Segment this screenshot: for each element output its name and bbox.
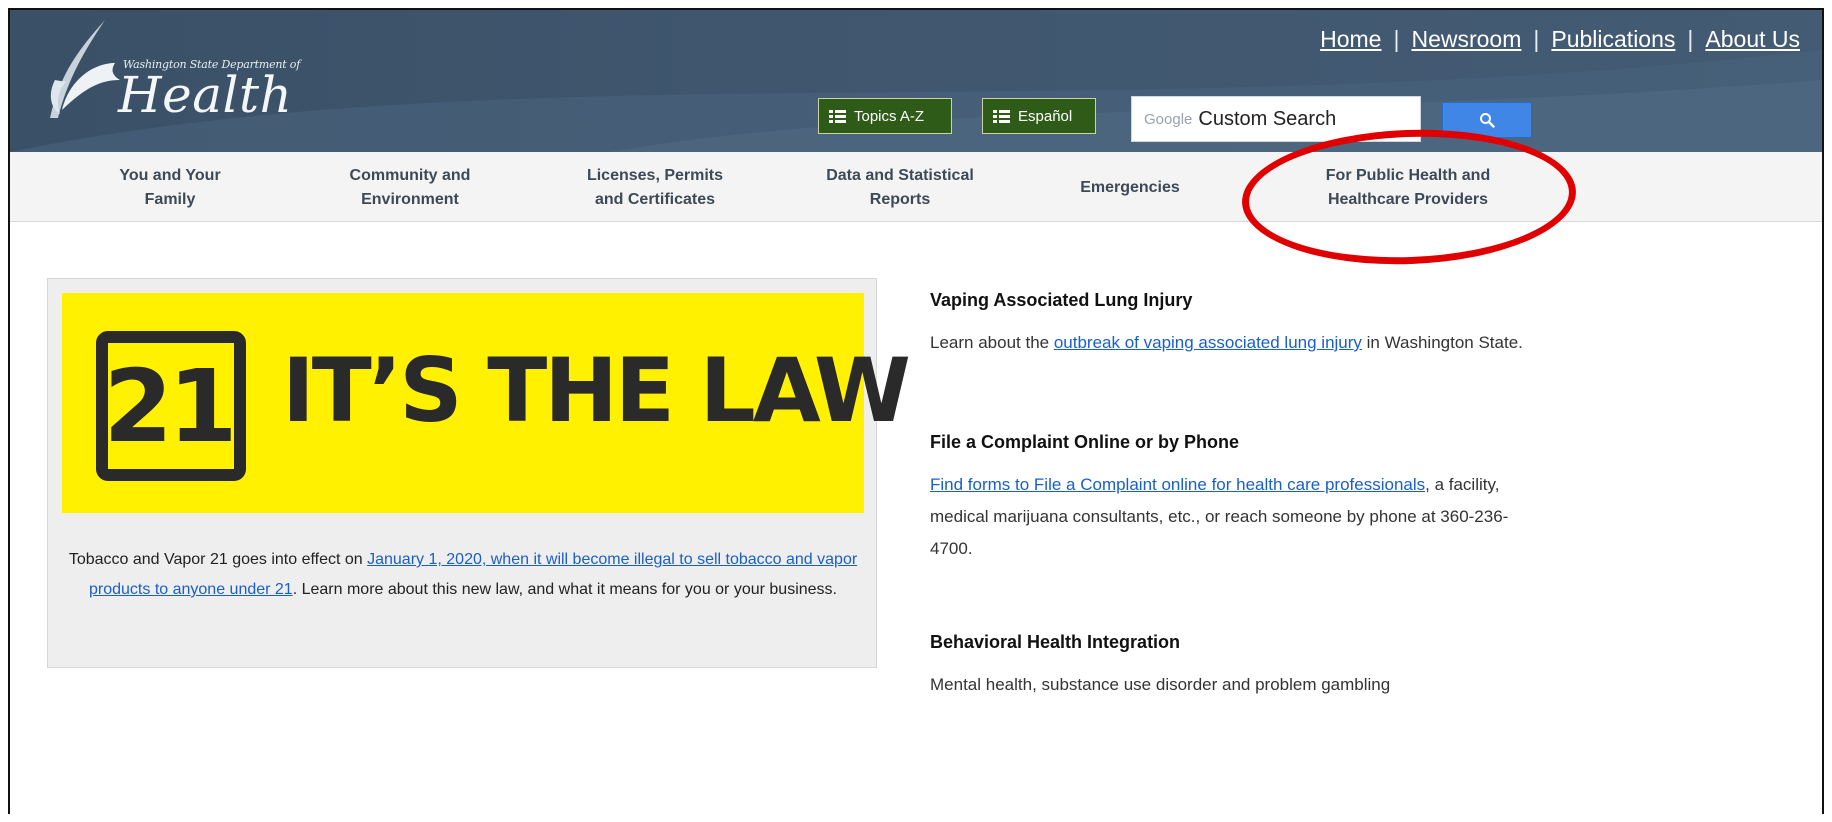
espanol-button[interactable]: Español — [982, 98, 1096, 134]
vaping-text-before: Learn about the — [930, 333, 1054, 352]
complaint-forms-link[interactable]: Find forms to File a Complaint online fo… — [930, 475, 1425, 494]
nav-label-line1: For Public Health and — [1325, 167, 1491, 184]
browser-frame: Washington State Department of Health Ho… — [8, 8, 1824, 814]
feature-description: Tobacco and Vapor 21 goes into effect on… — [68, 545, 858, 605]
divider: | — [1393, 26, 1400, 52]
complaint-text: Find forms to File a Complaint online fo… — [930, 469, 1550, 565]
tobacco-21-banner[interactable]: 21 IT’S THE LAW — [62, 293, 911, 513]
vaping-section: Vaping Associated Lung Injury Learn abou… — [930, 290, 1550, 381]
nav-label-line1: Data and Statistical — [826, 167, 974, 184]
topics-button-label: Topics A-Z — [854, 107, 925, 125]
utility-link-newsroom[interactable]: Newsroom — [1411, 26, 1521, 53]
feature-text-before: Tobacco and Vapor 21 goes into effect on — [68, 551, 368, 568]
search-placeholder: Custom Search — [1198, 107, 1337, 130]
nav-label-line2: and Certificates — [594, 191, 716, 208]
list-icon — [993, 109, 1010, 123]
banner-headline: IT’S THE LAW — [282, 339, 911, 442]
nav-emergencies[interactable]: Emergencies — [1060, 176, 1200, 200]
nav-data-and-statistical-reports[interactable]: Data and Statistical Reports — [800, 164, 1000, 212]
nav-label-line2: Healthcare Providers — [1327, 191, 1489, 208]
badge-21: 21 — [96, 331, 246, 481]
nav-label-line1: Licenses, Permits — [586, 167, 724, 184]
logo-health: Health — [118, 66, 293, 124]
behavioral-text: Mental health, substance use disorder an… — [930, 675, 1391, 694]
nav-label-line2: Reports — [869, 191, 931, 208]
site-logo[interactable]: Washington State Department of Health — [40, 18, 300, 128]
utility-link-publications[interactable]: Publications — [1551, 26, 1675, 53]
masthead: Washington State Department of Health Ho… — [10, 10, 1822, 152]
nav-licenses-permits-certificates[interactable]: Licenses, Permits and Certificates — [560, 164, 750, 212]
vaping-text-after: in Washington State. — [1361, 333, 1523, 352]
main-nav: You and Your Family Community and Enviro… — [10, 152, 1822, 222]
list-icon — [829, 109, 846, 123]
feature-text-after: . Learn more about this new law, and wha… — [292, 581, 837, 598]
utility-link-home[interactable]: Home — [1320, 26, 1381, 53]
nav-label-line1: Community and — [349, 167, 471, 184]
vaping-title: Vaping Associated Lung Injury — [930, 290, 1193, 310]
utility-nav: Home | Newsroom | Publications | About U… — [1320, 26, 1800, 53]
search-input[interactable]: Google Custom Search — [1131, 96, 1421, 142]
nav-label-line2: Environment — [361, 191, 459, 208]
behavioral-section: Behavioral Health Integration Mental hea… — [930, 632, 1550, 723]
feather-swirl-icon — [50, 20, 120, 118]
nav-label-line1: Emergencies — [1080, 179, 1180, 196]
divider: | — [1687, 26, 1694, 52]
topics-a-z-button[interactable]: Topics A-Z — [818, 98, 952, 134]
espanol-button-label: Español — [1018, 107, 1073, 125]
divider: | — [1533, 26, 1540, 52]
complaint-title: File a Complaint Online or by Phone — [930, 432, 1240, 452]
nav-you-and-your-family[interactable]: You and Your Family — [90, 164, 250, 212]
vaping-text: Learn about the outbreak of vaping assoc… — [930, 327, 1550, 359]
utility-link-about-us[interactable]: About Us — [1705, 26, 1800, 53]
nav-label-line2: Family — [144, 191, 196, 208]
google-label: Google — [1144, 110, 1193, 128]
feature-card: 21 IT’S THE LAW Tobacco and Vapor 21 goe… — [47, 278, 911, 668]
search-button[interactable] — [1442, 102, 1532, 138]
magnifier-icon — [1480, 113, 1495, 128]
vaping-outbreak-link[interactable]: outbreak of vaping associated lung injur… — [1054, 333, 1362, 352]
nav-public-health-providers[interactable]: For Public Health and Healthcare Provide… — [1288, 164, 1528, 212]
nav-label-line1: You and Your — [119, 167, 221, 184]
behavioral-title: Behavioral Health Integration — [930, 632, 1181, 652]
complaint-section: File a Complaint Online or by Phone Find… — [930, 432, 1550, 587]
nav-community-and-environment[interactable]: Community and Environment — [320, 164, 500, 212]
